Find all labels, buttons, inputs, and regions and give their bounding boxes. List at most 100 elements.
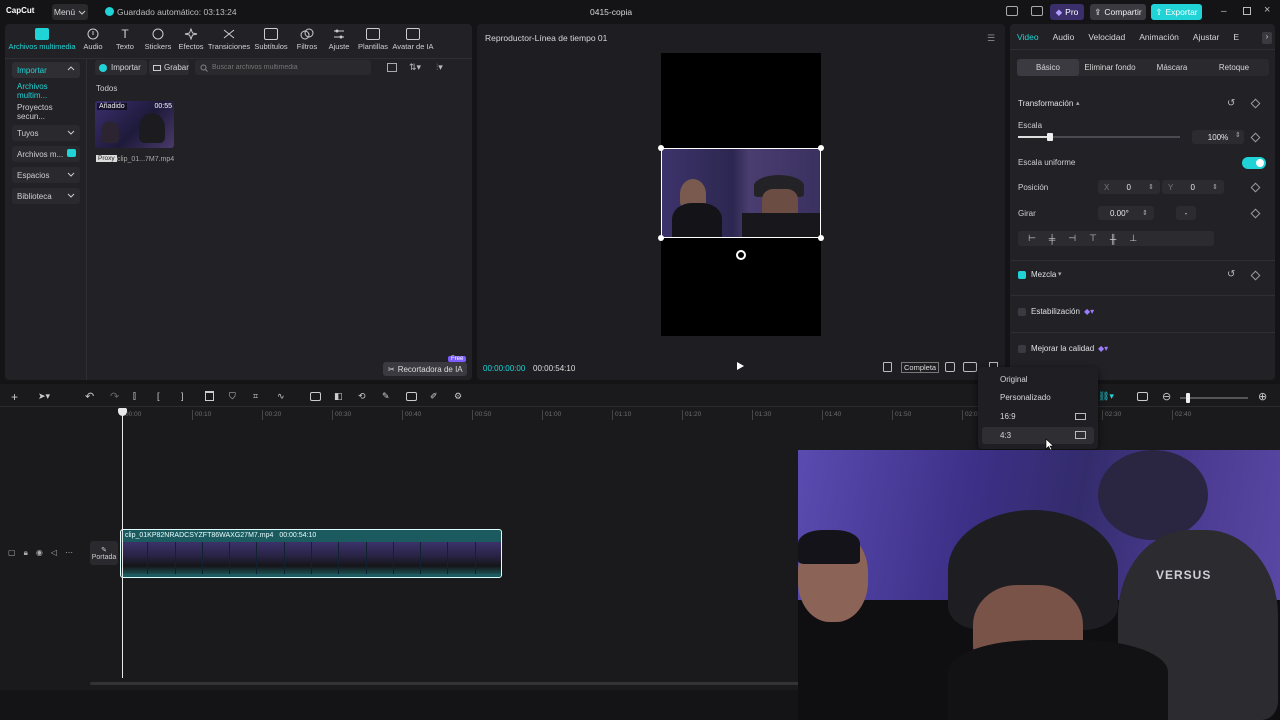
delete-icon[interactable] [205, 391, 214, 401]
tab-audio[interactable]: Audio [1053, 32, 1075, 42]
select-tool-icon[interactable]: ➤▾ [38, 391, 50, 402]
resize-handle[interactable] [658, 235, 664, 241]
import-button[interactable]: Importar [95, 60, 147, 75]
media-search[interactable] [195, 60, 371, 75]
subtab-retouch[interactable]: Retoque [1203, 59, 1265, 76]
sidebar-item-archives[interactable]: Archivos m... [12, 146, 80, 162]
align-center-h-icon[interactable]: ╪ [1049, 234, 1055, 244]
quality-button[interactable]: Completa [901, 362, 940, 373]
keyframe-icon[interactable] [1250, 270, 1261, 281]
resize-icon[interactable] [406, 392, 417, 401]
auto-cut-icon[interactable]: ⚙ [454, 391, 462, 402]
position-x-field[interactable]: X 0 ⇕ [1098, 180, 1160, 194]
add-track-icon[interactable]: + [11, 390, 18, 404]
stepper-icon[interactable]: ⇕ [1142, 209, 1148, 217]
ai-cutout-button[interactable]: ✂ Recortadora de IA [383, 362, 467, 376]
playhead[interactable] [122, 410, 123, 678]
layout-icon[interactable] [1006, 6, 1018, 16]
shortcut-icon[interactable] [1031, 6, 1043, 16]
tab-filters[interactable]: Filtros [291, 28, 323, 56]
tab-animation[interactable]: Animación [1139, 32, 1179, 42]
split-right-icon[interactable]: ] [181, 391, 184, 401]
tab-speed[interactable]: Velocidad [1088, 32, 1125, 42]
cover-button[interactable]: ✎ Portada [90, 541, 118, 565]
share-button[interactable]: ⇪ Compartir [1090, 4, 1146, 20]
keyframe-icon[interactable] [1250, 208, 1261, 219]
rotate-icon[interactable]: ⟲ [358, 391, 366, 402]
capture-icon[interactable] [945, 362, 955, 372]
freeze-icon[interactable] [310, 392, 321, 401]
magic-icon[interactable]: ✎ [382, 391, 390, 402]
export-button[interactable]: ⇧ Exportar [1151, 4, 1202, 20]
mirror-icon[interactable]: ◧ [334, 391, 343, 402]
sidebar-item-yours[interactable]: Tuyos [12, 125, 80, 141]
tab-text[interactable]: T Texto [109, 28, 141, 56]
ratio-option-16-9[interactable]: 16:9 [982, 408, 1094, 425]
eye-icon[interactable]: ◉ [36, 548, 43, 558]
timeline-clip[interactable]: clip_01KP82NRADCSYZFT86WAXG27M7.mp4 00:0… [120, 529, 502, 578]
align-left-icon[interactable]: ⊢ [1028, 233, 1036, 244]
tab-audio[interactable]: Audio [77, 28, 109, 56]
split-icon[interactable]: ⫿ [133, 391, 136, 402]
tabs-scroll-right-icon[interactable]: › [1262, 32, 1272, 44]
sidebar-item-media-files[interactable]: Archivos multim... [12, 82, 80, 100]
zoom-fit-icon[interactable] [883, 362, 892, 372]
tab-adjust[interactable]: Ajustar [1193, 32, 1219, 42]
menu-button[interactable]: Menú [52, 4, 88, 20]
stabilize-checkbox[interactable] [1018, 308, 1026, 316]
zoom-slider[interactable] [1180, 393, 1248, 403]
position-y-field[interactable]: Y 0 ⇕ [1162, 180, 1224, 194]
subtab-mask[interactable]: Máscara [1141, 59, 1203, 76]
lock-icon[interactable]: 🔒︎ [24, 548, 28, 558]
tab-effects[interactable]: Efectos [175, 28, 207, 56]
ratio-option-custom[interactable]: Personalizado [982, 389, 1094, 406]
resize-handle[interactable] [658, 145, 664, 151]
reset-icon[interactable]: ↺ [1227, 269, 1235, 280]
record-button[interactable]: Grabar [149, 60, 189, 75]
stepper-icon[interactable]: ⇕ [1212, 183, 1218, 191]
ratio-icon[interactable] [963, 362, 977, 372]
align-top-icon[interactable]: ⊤ [1089, 233, 1097, 244]
track-overlay-icon[interactable]: ▢ [8, 548, 16, 558]
undo-icon[interactable]: ↶ [85, 390, 94, 403]
pro-button[interactable]: ◆ Pro [1050, 4, 1084, 20]
rotate-direction-field[interactable]: - [1176, 206, 1196, 220]
close-icon[interactable]: × [1264, 4, 1270, 16]
media-clip-thumbnail[interactable]: Añadido 00:55 [95, 101, 174, 148]
rotate-field[interactable]: 0.00° ⇕ [1098, 206, 1154, 220]
more-icon[interactable]: ⋯ [65, 548, 73, 558]
sidebar-item-subprojects[interactable]: Proyectos secun... [12, 103, 80, 121]
tab-video[interactable]: Video [1017, 32, 1039, 42]
tab-media[interactable]: Archivos multimedia [7, 28, 77, 56]
tab-more[interactable]: E [1233, 32, 1239, 42]
video-frame[interactable] [662, 149, 820, 237]
chevron-up-icon[interactable]: ▴ [1076, 99, 1080, 107]
reset-icon[interactable]: ↺ [1227, 98, 1235, 109]
zoom-in-icon[interactable]: ⊕ [1258, 390, 1267, 403]
rotate-handle[interactable] [736, 250, 746, 260]
scale-slider-handle[interactable] [1047, 133, 1054, 141]
sidebar-item-spaces[interactable]: Espacios [12, 167, 80, 183]
chevron-down-icon[interactable]: ▾ [1058, 270, 1062, 278]
keyframe-icon[interactable] [1250, 182, 1261, 193]
align-bottom-icon[interactable]: ⊥ [1129, 233, 1137, 244]
redo-icon[interactable]: ↷ [110, 390, 119, 403]
tab-adjust[interactable]: Ajuste [323, 28, 355, 56]
ratio-option-4-3[interactable]: 4:3 [982, 427, 1094, 444]
filter-icon[interactable]: ⫶▾ [436, 62, 443, 73]
enhance-checkbox[interactable] [1018, 345, 1026, 353]
resize-handle[interactable] [818, 145, 824, 151]
align-middle-v-icon[interactable]: ╫ [1110, 234, 1116, 244]
edit-icon[interactable]: ✐ [430, 391, 438, 402]
align-right-icon[interactable]: ⊣ [1068, 233, 1076, 244]
preview-canvas[interactable] [658, 53, 824, 336]
ratio-option-original[interactable]: Original [982, 371, 1094, 388]
tab-transitions[interactable]: Transiciones [207, 28, 251, 56]
crop-icon[interactable]: ⌗ [253, 391, 258, 402]
curve-icon[interactable]: ∿ [277, 391, 285, 402]
maximize-icon[interactable] [1243, 7, 1251, 15]
minimize-icon[interactable]: – [1221, 6, 1227, 17]
zoom-out-icon[interactable]: ⊖ [1162, 390, 1171, 403]
blend-checkbox[interactable] [1018, 271, 1026, 279]
sort-icon[interactable]: ⇅▾ [409, 62, 421, 73]
